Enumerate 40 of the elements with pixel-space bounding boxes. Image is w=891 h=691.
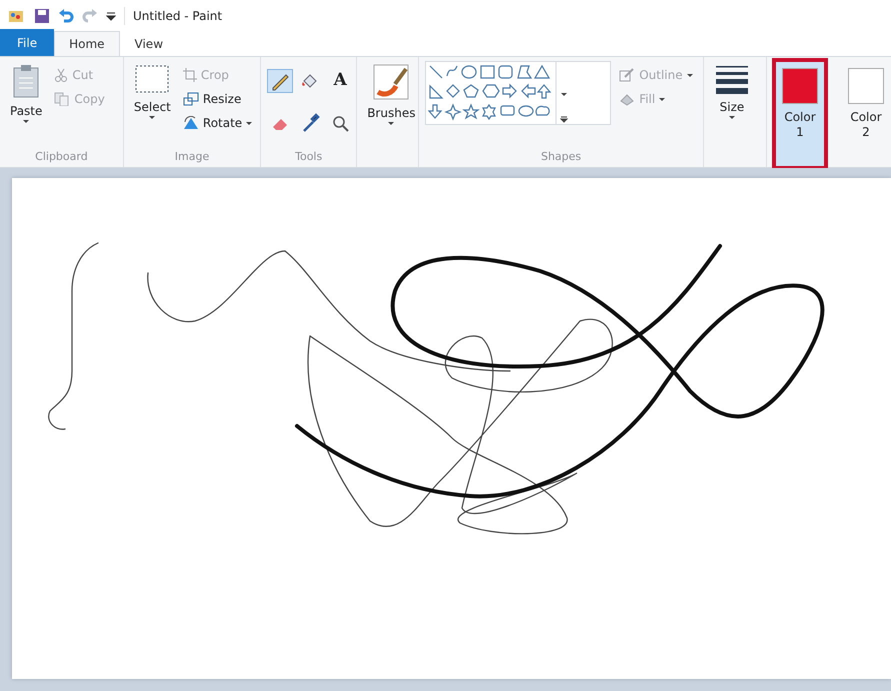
caret-icon <box>686 74 693 76</box>
paint-bucket-icon <box>619 92 636 106</box>
group-label: Shapes <box>540 148 582 164</box>
selection-rectangle-icon <box>134 64 170 94</box>
save-icon[interactable] <box>34 8 50 24</box>
group-label: Tools <box>294 148 324 164</box>
brushes-button[interactable]: Brushes <box>363 61 420 165</box>
caret-icon <box>659 98 666 100</box>
file-tab[interactable]: File <box>0 29 54 56</box>
line-width-icon <box>714 64 750 94</box>
scissors-icon <box>54 68 68 82</box>
paint-app-icon <box>8 8 26 24</box>
group-label: Clipboard <box>34 148 89 164</box>
paintbrush-icon <box>373 64 410 100</box>
rotate-icon <box>182 116 199 130</box>
ribbon-tab[interactable]: Home <box>54 31 120 56</box>
caret-icon <box>246 122 252 124</box>
text-tool-button[interactable]: A <box>327 69 354 93</box>
resize-button[interactable]: Resize <box>180 89 254 109</box>
caret-icon <box>728 116 735 119</box>
brush-stroke-icon <box>619 68 636 82</box>
select-button[interactable]: Select <box>130 61 175 148</box>
paste-button[interactable]: Paste <box>6 61 46 148</box>
copy-icon <box>54 92 70 106</box>
ribbon-tab[interactable]: View <box>120 31 178 56</box>
caret-icon <box>23 120 30 123</box>
crop-icon <box>182 68 197 82</box>
caret-icon <box>388 122 394 125</box>
clipboard-icon <box>12 64 40 98</box>
color-button[interactable]: Color 1 <box>774 61 825 167</box>
customize-menu-icon[interactable] <box>106 11 116 21</box>
window-title: Untitled - Paint <box>124 7 222 25</box>
color-button[interactable]: Color 2 <box>840 61 891 167</box>
pencil-tool-button[interactable] <box>267 69 294 93</box>
rotate-button[interactable]: Rotate <box>180 113 254 133</box>
resize-icon <box>182 92 199 106</box>
size-button[interactable]: Size <box>710 61 754 165</box>
group-label: Image <box>174 148 210 164</box>
caret-icon <box>149 116 156 119</box>
undo-icon[interactable] <box>58 8 74 24</box>
